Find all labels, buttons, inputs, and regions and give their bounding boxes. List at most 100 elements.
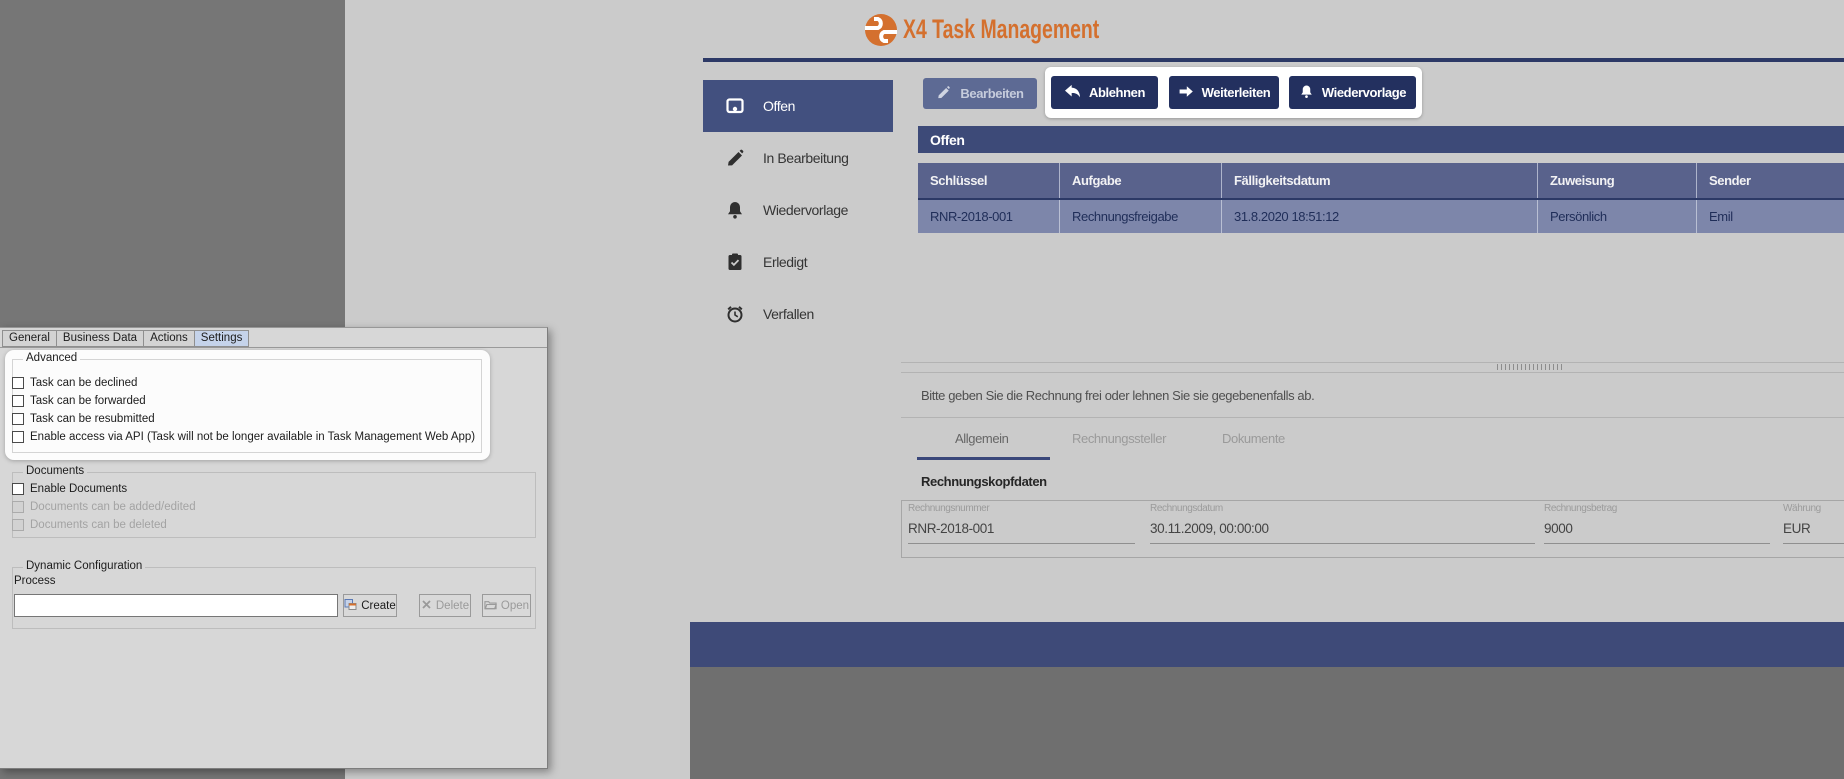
checkbox-task-can-be-declined[interactable]: Task can be declined bbox=[12, 377, 137, 389]
bell-icon bbox=[1299, 84, 1314, 102]
tab-dokumente[interactable]: Dokumente bbox=[1222, 431, 1285, 446]
dialog-tab-settings[interactable]: Settings bbox=[194, 330, 250, 347]
forward-button[interactable]: Weiterleiten bbox=[1169, 76, 1279, 109]
open-button: Open bbox=[482, 594, 531, 617]
delete-button-label: Delete bbox=[436, 600, 469, 612]
edit-button-label: Bearbeiten bbox=[960, 86, 1023, 101]
dialog-tabstrip: General Business Data Actions Settings bbox=[2, 330, 249, 347]
process-input[interactable] bbox=[14, 594, 338, 617]
table-row[interactable]: RNR-2018-001 Rechnungsfreigabe 31.8.2020… bbox=[918, 198, 1844, 233]
field-rechnungsbetrag[interactable]: Rechnungsbetrag 9000 bbox=[1544, 503, 1770, 544]
checkbox-icon[interactable] bbox=[12, 395, 24, 407]
checkbox-icon bbox=[12, 519, 24, 531]
list-panel-title: Offen bbox=[918, 126, 1844, 153]
dialog-tab-business-data[interactable]: Business Data bbox=[56, 330, 143, 347]
column-header[interactable]: Fälligkeitsdatum bbox=[1222, 163, 1538, 198]
checkbox-icon[interactable] bbox=[12, 377, 24, 389]
cell-aufgabe: Rechnungsfreigabe bbox=[1060, 200, 1222, 233]
checkbox-task-can-be-forwarded[interactable]: Task can be forwarded bbox=[12, 395, 146, 407]
field-rechnungsnummer[interactable]: Rechnungsnummer RNR-2018-001 bbox=[908, 503, 1135, 544]
tab-allgemein[interactable]: Allgemein bbox=[955, 431, 1009, 446]
active-tab-underline bbox=[917, 457, 1050, 460]
dialog-tab-general[interactable]: General bbox=[2, 330, 56, 347]
alarm-clock-icon bbox=[725, 304, 745, 324]
checkbox-documents-added-edited: Documents can be added/edited bbox=[12, 501, 196, 513]
field-rechnungsdatum[interactable]: Rechnungsdatum 30.11.2009, 00:00:00 bbox=[1150, 503, 1535, 544]
tab-rechnungssteller[interactable]: Rechnungssteller bbox=[1072, 431, 1166, 446]
resubmit-button-label: Wiedervorlage bbox=[1322, 85, 1406, 100]
checkbox-label: Task can be resubmitted bbox=[30, 413, 155, 425]
cell-schluessel: RNR-2018-001 bbox=[918, 200, 1060, 233]
field-underline bbox=[908, 543, 1135, 544]
checkbox-icon[interactable] bbox=[12, 483, 24, 495]
pencil-icon bbox=[936, 85, 951, 103]
column-header[interactable]: Schlüssel bbox=[918, 163, 1060, 198]
field-value: EUR bbox=[1783, 521, 1844, 536]
advanced-group-title: Advanced bbox=[23, 352, 80, 364]
field-value: 30.11.2009, 00:00:00 bbox=[1150, 521, 1535, 536]
forward-button-label: Weiterleiten bbox=[1202, 85, 1271, 100]
checkbox-label: Documents can be added/edited bbox=[30, 501, 196, 513]
edit-button[interactable]: Bearbeiten bbox=[923, 78, 1037, 109]
process-label: Process bbox=[14, 575, 56, 587]
task-management-app: X4 Task Management Hallo, Caroline Clerk… bbox=[345, 0, 1844, 779]
app-title: X4 Task Management bbox=[903, 14, 1099, 45]
dialog-tab-actions[interactable]: Actions bbox=[143, 330, 194, 347]
field-underline bbox=[1783, 543, 1844, 544]
checkbox-label: Documents can be deleted bbox=[30, 519, 167, 531]
decline-button-label: Ablehnen bbox=[1089, 85, 1145, 100]
column-header[interactable]: Aufgabe bbox=[1060, 163, 1222, 198]
column-header[interactable]: Sender bbox=[1697, 163, 1844, 198]
field-value: RNR-2018-001 bbox=[908, 521, 1135, 536]
sidebar-item-erledigt[interactable]: Erledigt bbox=[703, 236, 893, 288]
resubmit-button[interactable]: Wiedervorlage bbox=[1289, 76, 1416, 109]
screen: X4 Task Management Hallo, Caroline Clerk… bbox=[0, 0, 1844, 779]
sidebar-item-label: Offen bbox=[763, 98, 795, 114]
checkbox-label: Task can be declined bbox=[30, 377, 137, 389]
create-button[interactable]: Create bbox=[343, 594, 397, 617]
header-divider bbox=[703, 58, 1844, 62]
dynamic-config-group-title: Dynamic Configuration bbox=[23, 560, 145, 572]
sidebar-item-label: Erledigt bbox=[763, 254, 807, 270]
clipboard-check-icon bbox=[725, 252, 745, 272]
delete-x-icon bbox=[421, 599, 432, 613]
open-folder-icon bbox=[484, 599, 497, 613]
section-title: Rechnungskopfdaten bbox=[921, 474, 1047, 489]
tabbar-divider bbox=[901, 417, 1844, 418]
task-settings-dialog: General Business Data Actions Settings A… bbox=[0, 327, 548, 769]
forward-arrow-icon bbox=[1178, 84, 1194, 102]
pencil-icon bbox=[725, 148, 745, 168]
column-header[interactable]: Zuweisung bbox=[1538, 163, 1697, 198]
splitter-line-top bbox=[901, 362, 1844, 363]
sidebar-item-verfallen[interactable]: Verfallen bbox=[703, 288, 893, 340]
checkbox-icon bbox=[12, 501, 24, 513]
checkbox-enable-documents[interactable]: Enable Documents bbox=[12, 483, 127, 495]
decline-button[interactable]: Ablehnen bbox=[1051, 76, 1158, 109]
checkbox-enable-api-access[interactable]: Enable access via API (Task will not be … bbox=[12, 431, 475, 443]
sidebar-item-wiedervorlage[interactable]: Wiedervorlage bbox=[703, 184, 893, 236]
field-underline bbox=[1544, 543, 1770, 544]
bell-icon bbox=[725, 200, 745, 220]
splitter-line-bottom bbox=[901, 372, 1844, 373]
x4-logo-icon bbox=[863, 12, 899, 48]
documents-group-title: Documents bbox=[23, 465, 87, 477]
splitter-handle[interactable] bbox=[1497, 364, 1563, 370]
dialog-tabstrip-line bbox=[0, 347, 547, 348]
checkbox-task-can-be-resubmitted[interactable]: Task can be resubmitted bbox=[12, 413, 155, 425]
checkbox-label: Task can be forwarded bbox=[30, 395, 146, 407]
sidebar-item-in-bearbeitung[interactable]: In Bearbeitung bbox=[703, 132, 893, 184]
cell-sender: Emil bbox=[1697, 200, 1844, 233]
create-process-icon bbox=[344, 598, 357, 614]
checkbox-icon[interactable] bbox=[12, 431, 24, 443]
table-header: Schlüssel Aufgabe Fälligkeitsdatum Zuwei… bbox=[918, 163, 1844, 198]
sidebar-item-label: In Bearbeitung bbox=[763, 150, 848, 166]
reply-arrow-icon bbox=[1064, 84, 1081, 102]
checkbox-documents-deleted: Documents can be deleted bbox=[12, 519, 167, 531]
field-waehrung[interactable]: Währung EUR bbox=[1783, 503, 1844, 544]
sidebar-item-offen[interactable]: Offen bbox=[703, 80, 893, 132]
task-hint-message: Bitte geben Sie die Rechnung frei oder l… bbox=[921, 388, 1314, 403]
checkbox-label: Enable access via API (Task will not be … bbox=[30, 431, 475, 443]
sidebar-item-label: Wiedervorlage bbox=[763, 202, 848, 218]
field-label: Rechnungsnummer bbox=[908, 503, 1135, 514]
checkbox-icon[interactable] bbox=[12, 413, 24, 425]
